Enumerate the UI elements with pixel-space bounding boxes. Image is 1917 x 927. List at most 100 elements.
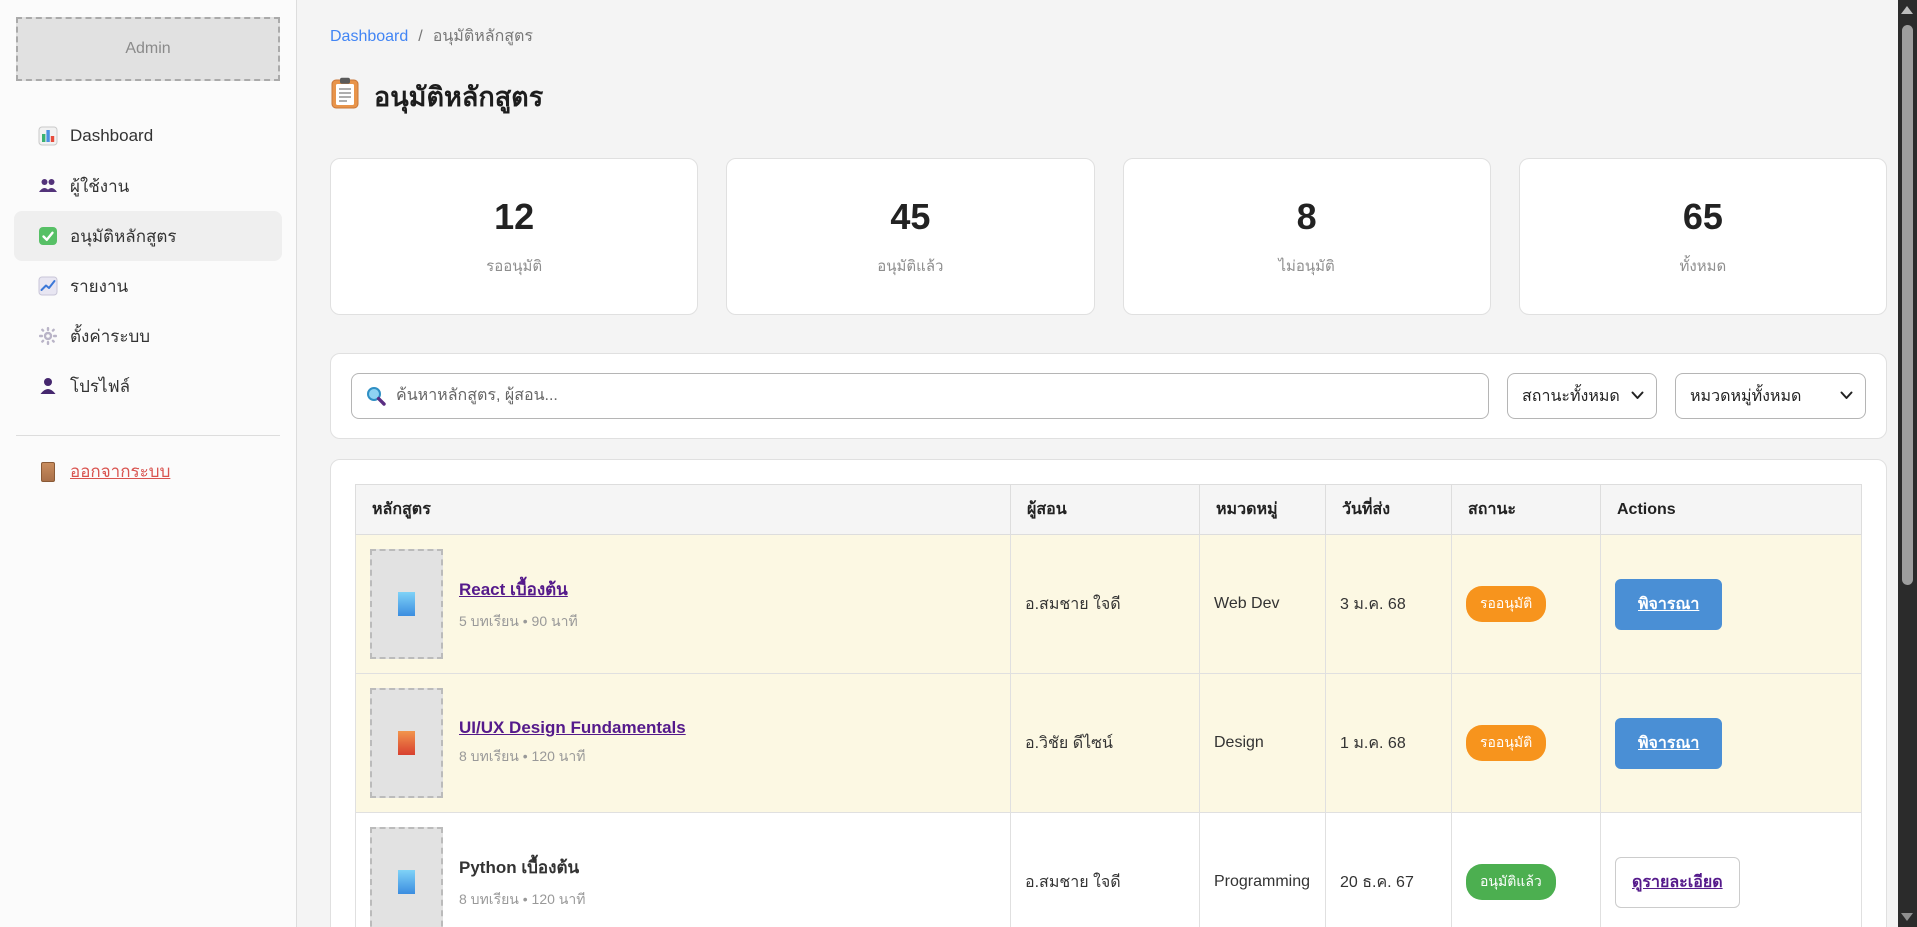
search-input[interactable] [351,373,1489,419]
course-thumbnail-placeholder [370,549,443,659]
stat-value: 8 [1297,196,1317,238]
instructor-cell: อ.สมชาย ใจดี [1011,535,1200,674]
door-icon [38,462,58,482]
users-icon [38,176,58,196]
gear-icon [38,326,58,346]
course-thumbnail-placeholder [370,688,443,798]
sidebar-item-label: ผู้ใช้งาน [70,173,129,200]
sidebar-item-dashboard[interactable]: Dashboard [14,111,282,161]
broken-image-icon [398,592,415,616]
review-button[interactable]: พิจารณา [1615,718,1722,769]
date-cell: 20 ธ.ค. 67 [1326,813,1452,927]
admin-logo: Admin [16,17,280,81]
category-filter-value: หมวดหมู่ทั้งหมด [1690,384,1801,409]
sidebar-item-settings[interactable]: ตั้งค่าระบบ [14,311,282,361]
course-title-link[interactable]: React เบื้องต้น [459,580,568,599]
column-header-actions: Actions [1601,485,1862,535]
column-header-date: วันที่ส่ง [1326,485,1452,535]
sidebar-item-label: อนุมัติหลักสูตร [70,223,177,250]
breadcrumb-current: อนุมัติหลักสูตร [433,24,533,49]
stats-row: 12 รออนุมัติ 45 อนุมัติแล้ว 8 ไม่อนุมัติ… [330,158,1887,315]
sidebar-item-label: รายงาน [70,273,128,300]
view-details-button[interactable]: ดูรายละเอียด [1615,857,1740,908]
table-row: Python เบื้องต้น 8 บทเรียน • 120 นาที อ.… [356,813,1862,927]
scroll-up-arrow-icon[interactable] [1901,6,1913,14]
sidebar-item-label: ตั้งค่าระบบ [70,323,150,350]
table-row: UI/UX Design Fundamentals 8 บทเรียน • 12… [356,674,1862,813]
column-header-status: สถานะ [1452,485,1601,535]
status-badge: อนุมัติแล้ว [1466,864,1556,900]
status-badge: รออนุมัติ [1466,586,1546,622]
course-title: Python เบื้องต้น [459,854,585,881]
sidebar-item-label: โปรไฟล์ [70,373,130,400]
course-meta: 5 บทเรียน • 90 นาที [459,611,578,633]
courses-table: หลักสูตร ผู้สอน หมวดหมู่ วันที่ส่ง สถานะ… [355,484,1862,927]
broken-image-icon [398,870,415,894]
clipboard-icon [330,77,360,116]
stat-card-total: 65 ทั้งหมด [1519,158,1887,315]
status-filter-value: สถานะทั้งหมด [1522,384,1620,409]
broken-image-icon [398,731,415,755]
status-filter-select[interactable]: สถานะทั้งหมด [1507,373,1657,419]
stat-value: 45 [890,196,930,238]
search-field-wrap [351,373,1489,419]
status-badge: รออนุมัติ [1466,725,1546,761]
sidebar-item-profile[interactable]: โปรไฟล์ [14,361,282,411]
sidebar-item-course-approval[interactable]: อนุมัติหลักสูตร [14,211,282,261]
sidebar: Admin Dashboard ผู้ใช้งาน อนุมัติหลักสูต… [0,0,297,927]
instructor-cell: อ.สมชาย ใจดี [1011,813,1200,927]
logout-link[interactable]: ออกจากระบบ [14,458,282,485]
vertical-scrollbar[interactable] [1898,0,1917,927]
stat-value: 12 [494,196,534,238]
filter-bar: สถานะทั้งหมด หมวดหมู่ทั้งหมด [330,353,1887,439]
course-thumbnail-placeholder [370,827,443,927]
admin-logo-label: Admin [125,40,170,58]
sidebar-item-label: Dashboard [70,126,153,146]
bar-chart-icon [38,126,58,146]
search-icon [365,385,387,412]
stat-label: ทั้งหมด [1680,254,1727,278]
stat-value: 65 [1683,196,1723,238]
instructor-cell: อ.วิชัย ดีไซน์ [1011,674,1200,813]
stat-label: อนุมัติแล้ว [877,254,943,278]
course-meta: 8 บทเรียน • 120 นาที [459,746,686,768]
sidebar-menu: Dashboard ผู้ใช้งาน อนุมัติหลักสูตร รายง… [0,111,296,411]
column-header-instructor: ผู้สอน [1011,485,1200,535]
date-cell: 3 ม.ค. 68 [1326,535,1452,674]
review-button[interactable]: พิจารณา [1615,579,1722,630]
page-title: อนุมัติหลักสูตร [330,75,1887,118]
sidebar-divider [16,435,280,436]
date-cell: 1 ม.ค. 68 [1326,674,1452,813]
scroll-down-arrow-icon[interactable] [1901,913,1913,921]
trend-chart-icon [38,276,58,296]
app-root: Admin Dashboard ผู้ใช้งาน อนุมัติหลักสูต… [0,0,1917,927]
stat-label: รออนุมัติ [486,254,542,278]
table-header-row: หลักสูตร ผู้สอน หมวดหมู่ วันที่ส่ง สถานะ… [356,485,1862,535]
stat-label: ไม่อนุมัติ [1278,254,1334,278]
check-icon [38,226,58,246]
category-cell: Programming [1200,813,1326,927]
stat-card-pending: 12 รออนุมัติ [330,158,698,315]
breadcrumb-dashboard-link[interactable]: Dashboard [330,28,408,46]
chevron-down-icon [1631,387,1644,405]
person-icon [38,376,58,396]
breadcrumb-separator: / [418,28,422,46]
category-cell: Web Dev [1200,535,1326,674]
sidebar-item-reports[interactable]: รายงาน [14,261,282,311]
page-title-text: อนุมัติหลักสูตร [374,75,543,118]
courses-table-container: หลักสูตร ผู้สอน หมวดหมู่ วันที่ส่ง สถานะ… [330,459,1887,927]
main-content: Dashboard / อนุมัติหลักสูตร อนุมัติหลักส… [297,0,1917,927]
table-row: React เบื้องต้น 5 บทเรียน • 90 นาที อ.สม… [356,535,1862,674]
course-meta: 8 บทเรียน • 120 นาที [459,889,585,911]
stat-card-approved: 45 อนุมัติแล้ว [726,158,1094,315]
column-header-category: หมวดหมู่ [1200,485,1326,535]
category-filter-select[interactable]: หมวดหมู่ทั้งหมด [1675,373,1866,419]
course-title-link[interactable]: UI/UX Design Fundamentals [459,718,686,737]
category-cell: Design [1200,674,1326,813]
scrollbar-thumb[interactable] [1902,25,1913,585]
chevron-down-icon [1840,387,1853,405]
column-header-course: หลักสูตร [356,485,1011,535]
logout-label: ออกจากระบบ [70,458,170,485]
sidebar-item-users[interactable]: ผู้ใช้งาน [14,161,282,211]
breadcrumb: Dashboard / อนุมัติหลักสูตร [330,24,1887,49]
